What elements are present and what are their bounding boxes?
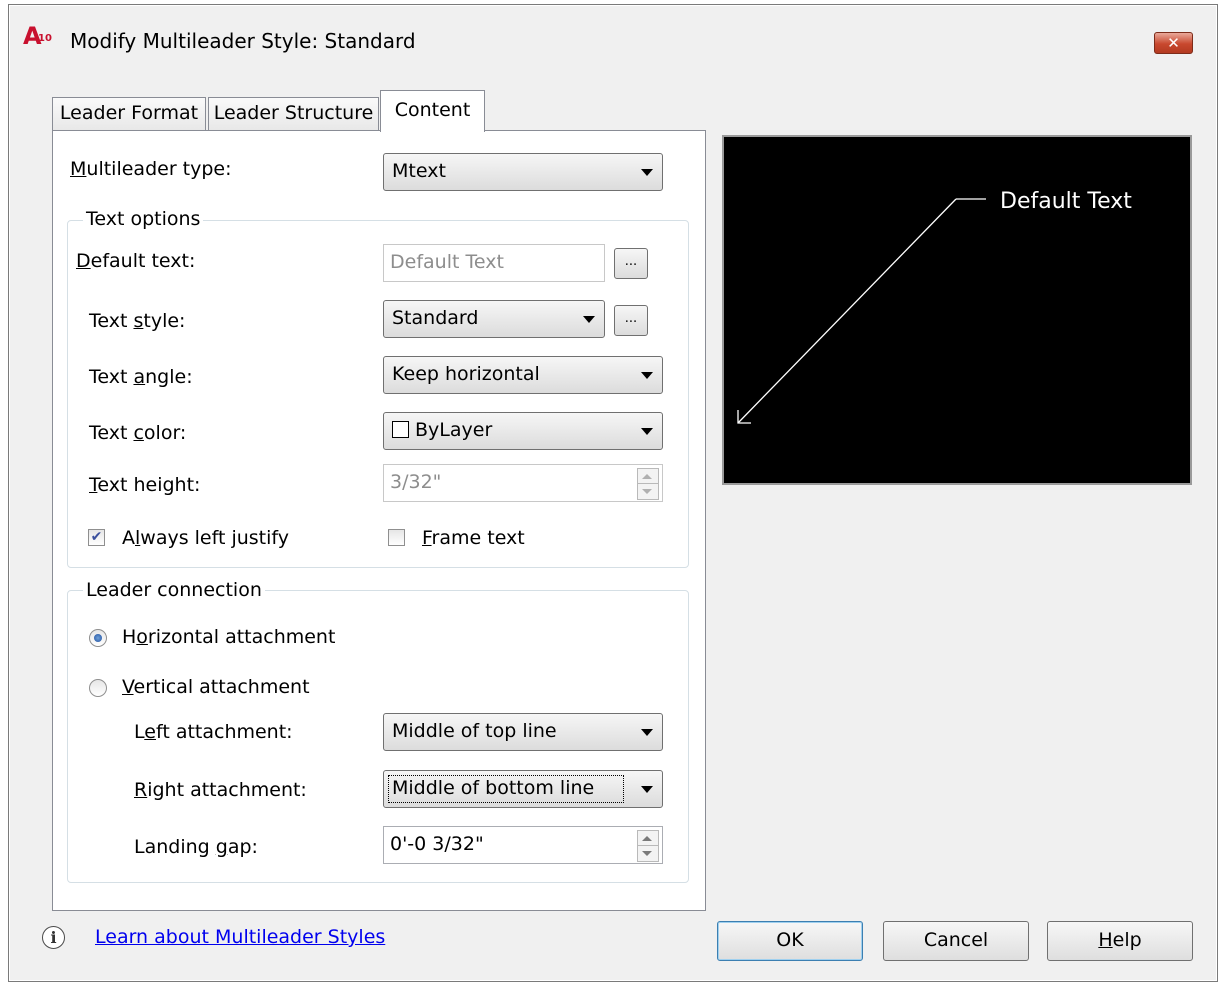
tab-content[interactable]: Content [380,90,485,132]
multileader-type-dropdown[interactable]: Mtext [383,153,663,191]
text-style-label: Text style: [89,310,186,332]
frame-text-checkbox[interactable] [388,529,405,546]
landing-gap-value: 0'-0 3/32" [390,833,484,855]
checkmark-icon: ✔ [90,529,103,545]
frame-text-label: Frame text [422,527,525,549]
cancel-button[interactable]: Cancel [883,921,1029,961]
chevron-down-icon [641,729,653,736]
always-left-justify-checkbox[interactable]: ✔ [88,529,105,546]
text-height-label: Text height: [89,474,201,496]
radio-selected-icon [94,634,102,642]
vertical-attachment-label: Vertical attachment [122,676,310,698]
style-preview-pane: Default Text [722,135,1192,485]
close-button[interactable]: ✕ [1154,32,1193,54]
left-attachment-label: Left attachment: [134,721,293,743]
leader-connection-legend: Leader connection [83,579,265,601]
vertical-attachment-radio[interactable] [89,679,107,697]
leader-preview-drawing: Default Text [737,189,1132,424]
left-attachment-value: Middle of top line [392,720,557,742]
multileader-type-value: Mtext [392,160,446,182]
learn-about-multileader-styles-link[interactable]: Learn about Multileader Styles [95,926,385,948]
right-attachment-dropdown[interactable]: Middle of bottom line [383,770,663,808]
window-title: Modify Multileader Style: Standard [70,29,416,53]
landing-gap-label: Landing gap: [134,836,258,858]
horizontal-attachment-label: Horizontal attachment [122,626,336,648]
tab-leader-format[interactable]: Leader Format [52,97,206,130]
chevron-down-icon [641,372,653,379]
spin-arrows-icon[interactable] [637,830,659,862]
default-text-label: Default text: [76,250,196,272]
autocad-app-icon: A 10 [23,22,61,50]
chevron-down-icon [641,169,653,176]
text-style-browse-button[interactable]: ... [614,305,648,336]
info-icon: i [42,926,65,949]
close-icon: ✕ [1167,34,1180,52]
text-height-value: 3/32" [390,471,442,493]
right-attachment-label: Right attachment: [134,779,307,801]
leader-line [737,198,957,424]
text-height-spinner[interactable]: 3/32" [383,464,663,502]
left-attachment-dropdown[interactable]: Middle of top line [383,713,663,751]
horizontal-attachment-radio[interactable] [89,629,107,647]
default-text-field[interactable]: Default Text [383,244,605,282]
multileader-type-label: Multileader type: [70,158,232,180]
spin-arrows-icon[interactable] [637,468,659,500]
always-left-justify-label: Always left justify [122,527,290,549]
text-angle-dropdown[interactable]: Keep horizontal [383,356,663,394]
text-options-legend: Text options [83,208,204,230]
text-color-label: Text color: [89,422,187,444]
tab-leader-structure[interactable]: Leader Structure [208,97,379,130]
text-angle-label: Text angle: [89,366,193,388]
landing-gap-spinner[interactable]: 0'-0 3/32" [383,826,663,864]
text-color-dropdown[interactable]: ByLayer [383,412,663,450]
ok-button[interactable]: OK [717,921,863,961]
default-text-browse-button[interactable]: ... [614,248,648,279]
text-angle-value: Keep horizontal [392,363,540,385]
right-attachment-value: Middle of bottom line [392,777,595,799]
chevron-down-icon [641,786,653,793]
chevron-down-icon [583,316,595,323]
preview-sample-text: Default Text [1000,189,1132,214]
color-swatch-icon [392,420,409,438]
help-button[interactable]: Help [1047,921,1193,961]
chevron-down-icon [641,428,653,435]
text-color-value: ByLayer [415,419,493,441]
text-style-value: Standard [392,307,479,329]
app-icon-version: 10 [38,33,52,44]
text-style-dropdown[interactable]: Standard [383,300,605,338]
